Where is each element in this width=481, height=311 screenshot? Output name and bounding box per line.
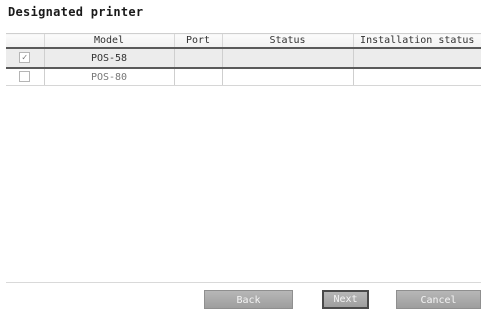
row-checkbox[interactable]: ✓	[19, 52, 31, 64]
installation-status-cell	[352, 47, 481, 69]
checkbox-column-header	[6, 33, 44, 49]
installation-status-cell	[352, 68, 481, 86]
port-cell	[173, 47, 222, 69]
port-cell	[173, 68, 222, 86]
table-row-pos-80[interactable]: POS-80	[6, 68, 481, 86]
installation-status-column-header[interactable]: Installation status	[352, 33, 481, 49]
row-checkbox[interactable]	[19, 71, 31, 83]
back-button[interactable]: Back	[204, 290, 293, 309]
port-column-header[interactable]: Port	[173, 33, 222, 49]
page-title: Designated printer	[8, 5, 144, 19]
table-row-pos-58[interactable]: ✓ POS-58	[6, 47, 481, 69]
next-button[interactable]: Next	[322, 290, 369, 309]
footer-divider	[6, 282, 481, 283]
status-cell	[221, 47, 353, 69]
printer-table: Model Port Status Installation status ✓ …	[6, 33, 481, 86]
model-cell: POS-58	[43, 47, 174, 69]
table-header-row: Model Port Status Installation status	[6, 33, 481, 49]
model-cell: POS-80	[43, 68, 174, 86]
status-cell	[221, 68, 353, 86]
status-column-header[interactable]: Status	[221, 33, 353, 49]
cancel-button[interactable]: Cancel	[396, 290, 481, 309]
model-column-header[interactable]: Model	[43, 33, 174, 49]
